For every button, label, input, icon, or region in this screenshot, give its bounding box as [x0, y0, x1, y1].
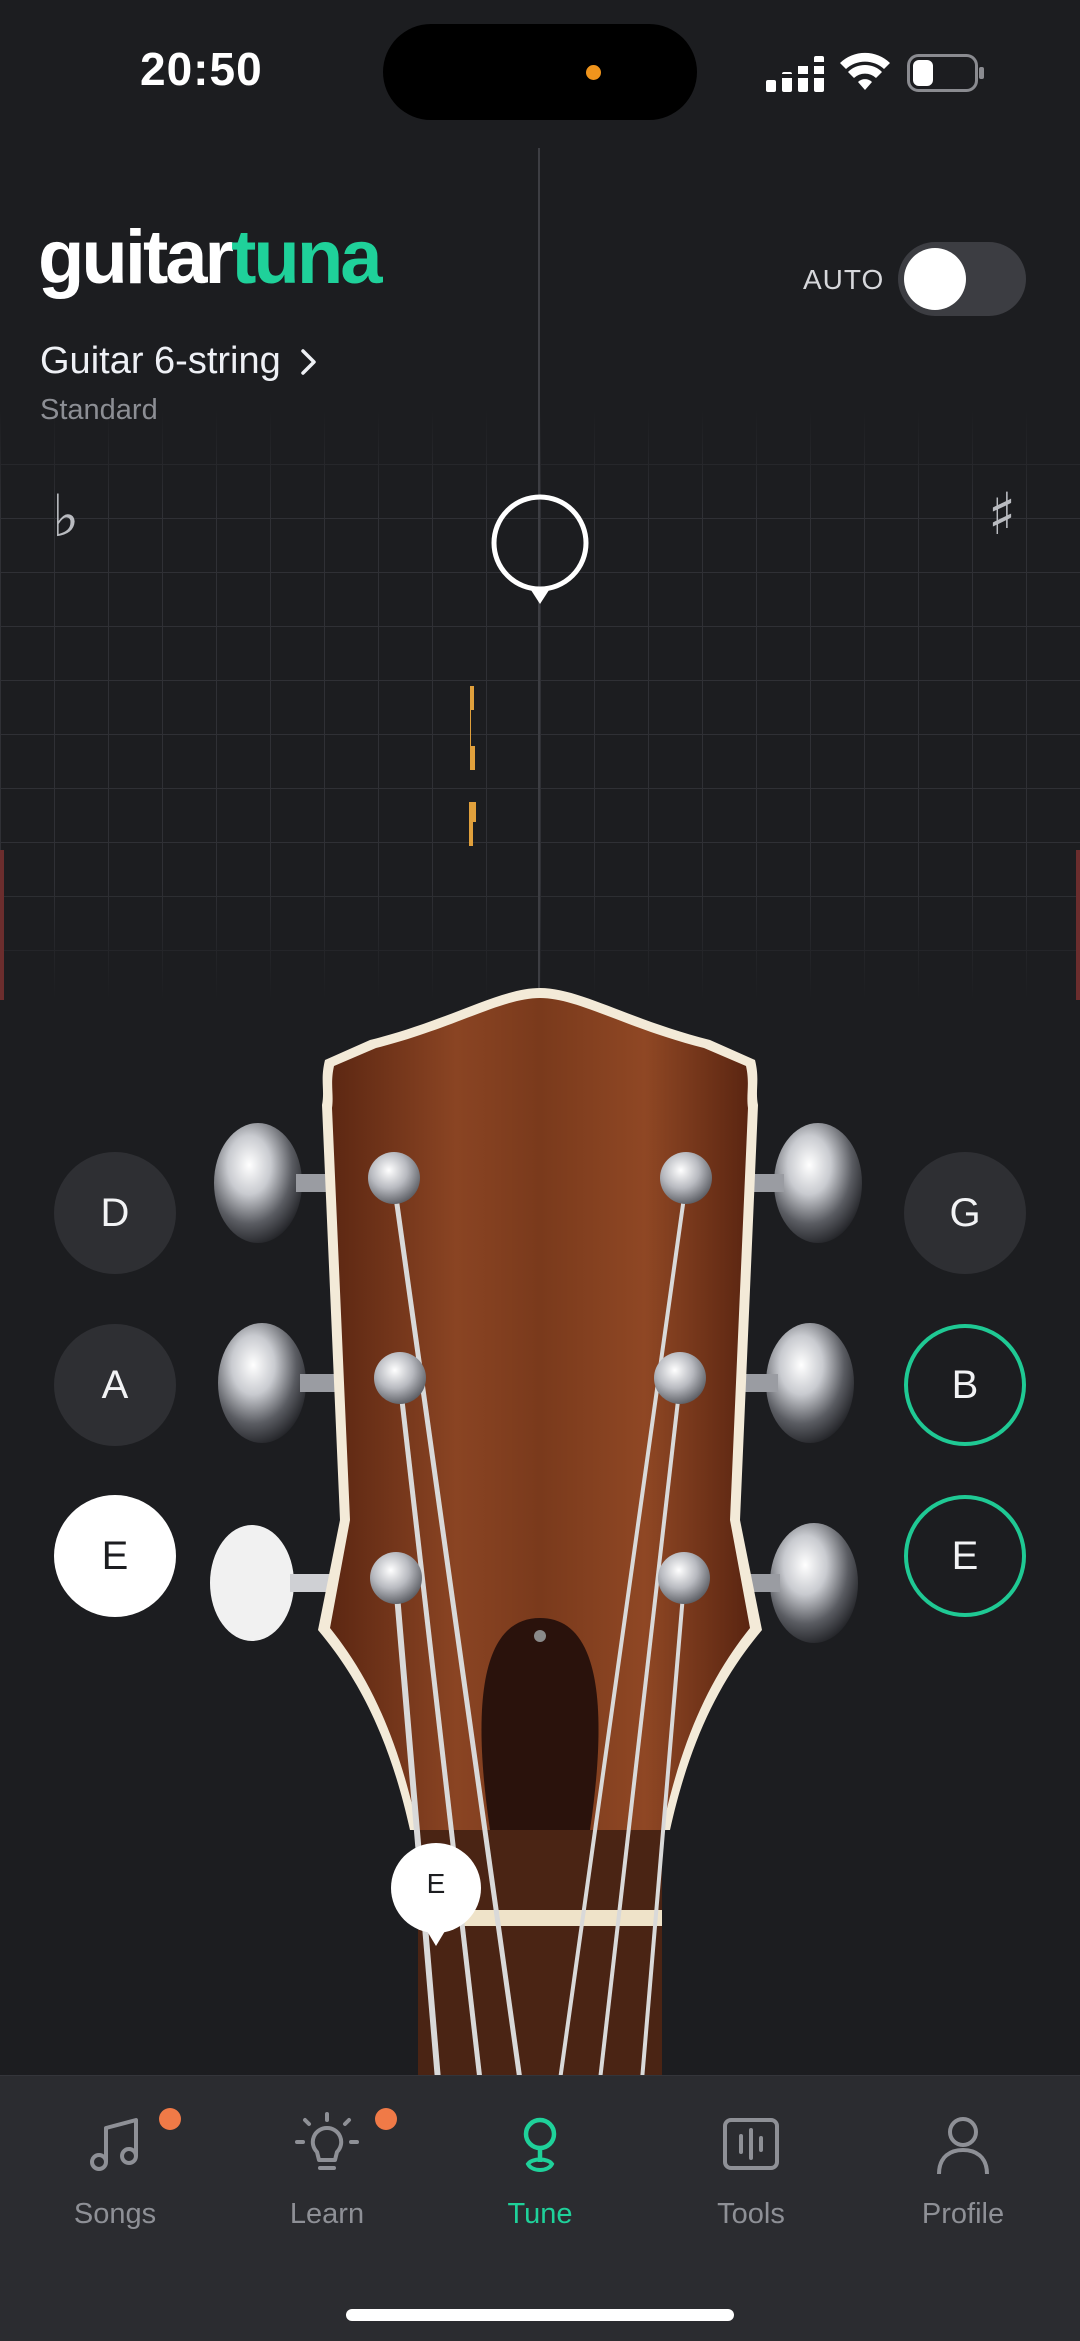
nav-label-songs: Songs: [73, 2198, 157, 2230]
auto-label: AUTO: [803, 264, 885, 295]
nav-label-tune: Tune: [507, 2198, 573, 2230]
pitch-target-indicator: [491, 494, 589, 604]
tuning-name: Standard: [40, 394, 158, 426]
nav-label-tools: Tools: [717, 2198, 785, 2230]
nav-tools[interactable]: Tools: [661, 2112, 841, 2231]
peg-button-left-3[interactable]: E: [54, 1495, 176, 1617]
tools-icon: [723, 2118, 779, 2170]
current-string-marker: [391, 1843, 481, 1946]
peg-button-left-1[interactable]: D: [54, 1152, 176, 1274]
logo-word-tuna: tuna: [231, 215, 382, 300]
profile-icon: [937, 2117, 989, 2175]
chevron-right-icon: [301, 348, 316, 375]
nav-tune[interactable]: Tune: [450, 2112, 630, 2231]
home-indicator[interactable]: [346, 2309, 734, 2321]
peg-button-left-2[interactable]: A: [54, 1324, 176, 1446]
notification-badge: [375, 2108, 397, 2130]
music-note-icon: [90, 2118, 138, 2171]
notification-badge: [159, 2108, 181, 2130]
sharp-symbol: ♯: [988, 480, 1017, 548]
battery-icon: [907, 54, 984, 92]
flat-symbol: ♭: [52, 482, 80, 550]
peg-button-right-1[interactable]: G: [904, 1152, 1026, 1274]
nav-learn[interactable]: Learn: [237, 2108, 417, 2231]
nav-label-profile: Profile: [921, 2198, 1005, 2230]
nav-label-learn: Learn: [289, 2198, 365, 2230]
status-time: 20:50: [140, 43, 263, 95]
logo-word-guitar: guitar: [38, 215, 234, 300]
tuner-screen: 20:50 ♭ ♯ guitartuna Guitar 6-string Sta…: [0, 0, 1080, 2341]
current-string-label: E: [426, 1868, 446, 1899]
microphone-indicator-icon: [586, 65, 601, 80]
peg-button-right-2[interactable]: B: [904, 1324, 1026, 1446]
bottom-nav: Songs Learn Tune Tools Profile: [0, 2075, 1080, 2341]
toggle-knob: [904, 248, 966, 310]
nav-profile[interactable]: Profile: [873, 2112, 1053, 2231]
auto-toggle[interactable]: [898, 242, 1026, 316]
dynamic-island: [383, 24, 697, 120]
lightbulb-icon: [295, 2112, 359, 2170]
peg-button-right-3[interactable]: E: [904, 1495, 1026, 1617]
nav-songs[interactable]: Songs: [25, 2108, 205, 2231]
guitar-headstock: [210, 988, 862, 2080]
wifi-icon: [840, 52, 890, 90]
app-logo: guitartuna: [38, 220, 383, 296]
cellular-signal-icon: [766, 56, 824, 92]
tuning-fork-icon: [523, 2117, 557, 2172]
instrument-selector[interactable]: Guitar 6-string: [40, 340, 319, 383]
instrument-name: Guitar 6-string: [40, 340, 281, 382]
